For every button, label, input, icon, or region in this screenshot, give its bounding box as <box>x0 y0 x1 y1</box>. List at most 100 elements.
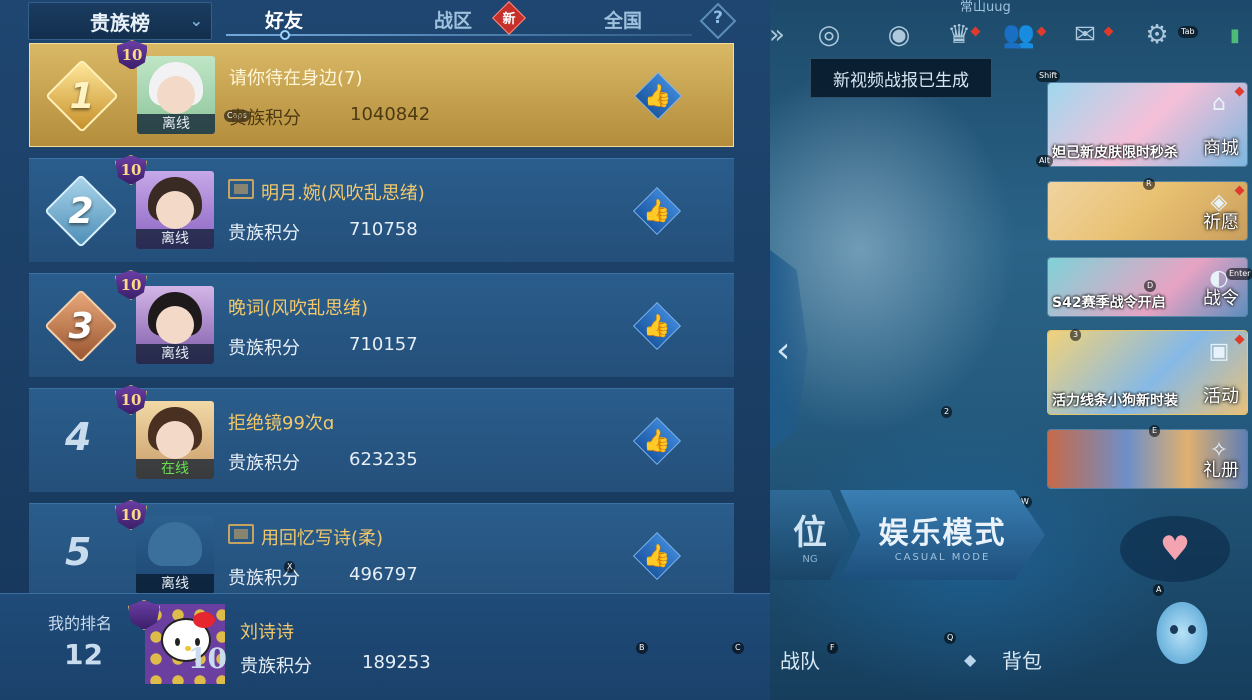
avatar-face <box>156 306 194 344</box>
key-hint: 2 <box>941 406 953 418</box>
game-lobby-background: 常山uug » ◎ ◉ ♛ 👥 ✉ ⚙ ▮ Tab 新视频战报已生成 ⌂ 妲己新… <box>770 0 1252 700</box>
wifi-signal-icon: ▮ <box>1230 24 1240 46</box>
team-flag-icon <box>228 524 254 544</box>
side-card-event[interactable]: ▣ 活力线条小狗新时装 活动 <box>1047 330 1248 415</box>
score-label: 贵族积分 <box>240 656 312 677</box>
vip-level-badge: 10 <box>111 268 151 304</box>
team-flag-icon <box>228 179 254 199</box>
friends-icon[interactable]: 👥 <box>1000 16 1038 54</box>
like-button[interactable]: 👍 <box>633 71 683 121</box>
leaderboard-panel: 贵族榜 ⌄ 好友 战区 新 全国 ? 1 离线 10 请你待在身边(7) Cap… <box>0 0 770 700</box>
avatar-face <box>156 421 194 459</box>
leaderboard-header: 贵族榜 ⌄ 好友 战区 新 全国 ? <box>0 0 770 42</box>
video-replay-icon[interactable]: ◉ <box>880 16 918 54</box>
tab-team[interactable]: 战队 <box>780 645 820 674</box>
vip-level-badge: 10 <box>111 498 151 534</box>
score-value: 710758 <box>349 219 418 240</box>
vip-level: 10 <box>120 161 142 179</box>
score-value: 1040842 <box>350 104 431 125</box>
active-tab-marker <box>280 30 290 40</box>
mascot-pet[interactable] <box>1142 575 1222 685</box>
rank-3-badge: 3 <box>43 288 119 364</box>
vip-level-badge: 10 <box>111 153 151 189</box>
status-offline: 离线 <box>136 229 214 249</box>
video-report-banner[interactable]: 新视频战报已生成 <box>810 58 992 98</box>
question-icon: ? <box>713 8 723 28</box>
side-card-label: 活动 <box>1203 386 1239 407</box>
player-name: 晚词(风吹乱思绪) <box>228 298 369 319</box>
avatar-face <box>157 76 195 114</box>
status-offline: 离线 <box>137 114 215 134</box>
rank-number: 1 <box>69 75 95 117</box>
vip-level-badge: 10 <box>111 383 151 419</box>
rank-number: 5 <box>65 530 92 574</box>
key-hint: Enter <box>1226 268 1252 280</box>
chevron-icon[interactable]: » <box>770 16 796 54</box>
side-card-gift[interactable]: ✧ 礼册 <box>1047 429 1248 489</box>
tab-backpack[interactable]: 背包 <box>1002 645 1042 674</box>
tab-national[interactable]: 全国 <box>604 6 642 33</box>
key-hint: Alt <box>1036 155 1053 167</box>
vip-level-badge: 10 <box>112 38 152 74</box>
player-name: 拒绝镜99次ɑ <box>228 413 335 434</box>
vip-level: 10 <box>120 506 142 524</box>
casual-mode-button[interactable]: 娱乐模式 CASUAL MODE <box>840 490 1045 580</box>
vip-level: 10 <box>121 46 143 64</box>
like-button[interactable]: 👍 <box>632 186 682 236</box>
player-name: 明月.婉(风吹乱思绪) <box>261 183 425 204</box>
tab-region[interactable]: 战区 <box>434 6 472 33</box>
avatar-face <box>156 191 194 229</box>
ranked-mode-sub: NG <box>802 554 818 565</box>
player-name: 用回忆写诗(柔) <box>261 528 384 549</box>
player-name: 请你待在身边(7) <box>229 68 363 89</box>
collapse-arrow-button[interactable]: ‹ <box>770 250 808 450</box>
like-button[interactable]: 👍 <box>632 416 682 466</box>
leaderboard-row[interactable]: 5 离线 10 用回忆写诗(柔) 贵族积分 X 496797 👍 <box>29 500 734 607</box>
side-card-text: 妲己新皮肤限时秒杀 <box>1052 145 1178 161</box>
mail-icon[interactable]: ✉ <box>1066 16 1104 54</box>
avatar-silhouette <box>148 522 202 566</box>
leaderboard-type-dropdown[interactable]: 贵族榜 ⌄ <box>28 2 212 40</box>
score-value: 496797 <box>349 564 418 585</box>
side-card-shop[interactable]: ⌂ 妲己新皮肤限时秒杀 商城 <box>1047 82 1248 167</box>
trophy-icon[interactable]: ♛ <box>940 16 978 54</box>
rank-1-badge: 1 <box>44 58 120 134</box>
side-card-label: 战令 <box>1203 288 1239 309</box>
dropdown-label: 贵族榜 <box>90 10 150 35</box>
score-label: 贵族积分 <box>229 108 301 129</box>
thumbs-up-icon: 👍 <box>643 428 671 454</box>
shop-icon: ⌂ <box>1212 91 1226 116</box>
tab-underline <box>226 34 692 36</box>
target-icon[interactable]: ◎ <box>810 16 848 54</box>
settings-gear-icon[interactable]: ⚙ <box>1138 16 1176 54</box>
casual-mode-sub: CASUAL MODE <box>894 551 991 563</box>
tab-friends[interactable]: 好友 <box>265 6 303 33</box>
my-score-value: 189253 <box>362 652 431 673</box>
leaderboard-row[interactable]: 4 在线 10 拒绝镜99次ɑ 贵族积分 623235 👍 <box>29 385 734 492</box>
casual-mode-label: 娱乐模式 <box>878 515 1007 551</box>
chevron-down-icon: ⌄ <box>189 11 203 30</box>
like-button[interactable]: 👍 <box>632 531 682 581</box>
leaderboard-row[interactable]: 2 离线 10 明月.婉(风吹乱思绪) 贵族积分 710758 👍 <box>29 155 734 262</box>
backpack-icon: ◆ <box>964 650 977 669</box>
chevron-left-icon: ‹ <box>776 329 791 371</box>
status-online: 在线 <box>136 459 214 479</box>
mascot-eye <box>1188 625 1196 634</box>
key-hint: R <box>1143 178 1155 190</box>
status-offline: 离线 <box>136 344 214 364</box>
status-offline: 离线 <box>136 574 214 594</box>
leaderboard-row[interactable]: 1 离线 10 请你待在身边(7) Caps 贵族积分 1040842 👍 <box>29 40 734 147</box>
chat-bubble[interactable]: ♥ <box>1120 516 1230 582</box>
leaderboard-row[interactable]: 3 离线 10 晚词(风吹乱思绪) 贵族积分 710157 👍 <box>29 270 734 377</box>
side-card-wish[interactable]: ◈ 祈愿 <box>1047 181 1248 241</box>
event-icon: ▣ <box>1208 339 1230 364</box>
side-card-text: S42赛季战令开启 <box>1052 295 1166 311</box>
key-hint: C <box>732 642 744 654</box>
key-hint: Shift <box>1036 70 1061 82</box>
side-card-label: 商城 <box>1203 138 1239 159</box>
heart-icon: ♥ <box>1159 529 1191 569</box>
ranked-mode-button[interactable]: 位 NG <box>770 490 850 580</box>
like-button[interactable]: 👍 <box>632 301 682 351</box>
key-hint: B <box>636 642 648 654</box>
key-hint: Q <box>944 632 957 644</box>
